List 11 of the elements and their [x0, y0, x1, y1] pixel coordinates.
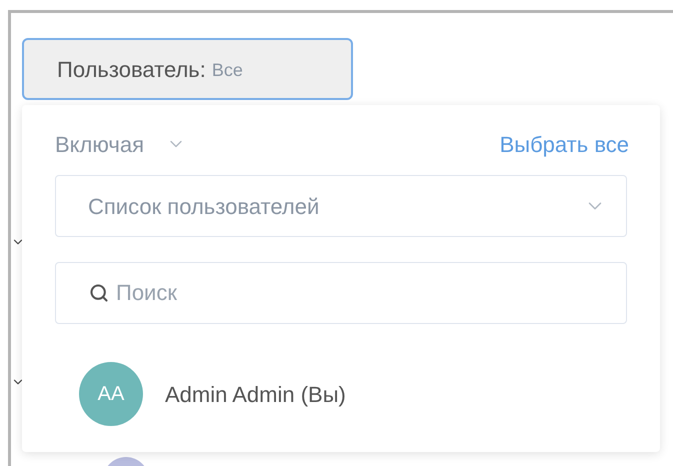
- user-list-select[interactable]: Список пользователей: [55, 175, 627, 237]
- user-list-item[interactable]: AA Admin Admin (Вы): [55, 362, 627, 426]
- select-all-link[interactable]: Выбрать все: [500, 128, 629, 160]
- mode-dropdown[interactable]: Включая: [55, 128, 186, 160]
- filter-label: Пользователь:: [57, 56, 206, 84]
- user-filter-button[interactable]: Пользователь: Все: [22, 38, 353, 100]
- user-name: Admin Admin (Вы): [165, 380, 346, 408]
- filter-value: Все: [212, 59, 243, 82]
- search-icon: [89, 283, 109, 303]
- search-field[interactable]: Поиск: [55, 262, 627, 324]
- user-avatar: AA: [79, 362, 143, 426]
